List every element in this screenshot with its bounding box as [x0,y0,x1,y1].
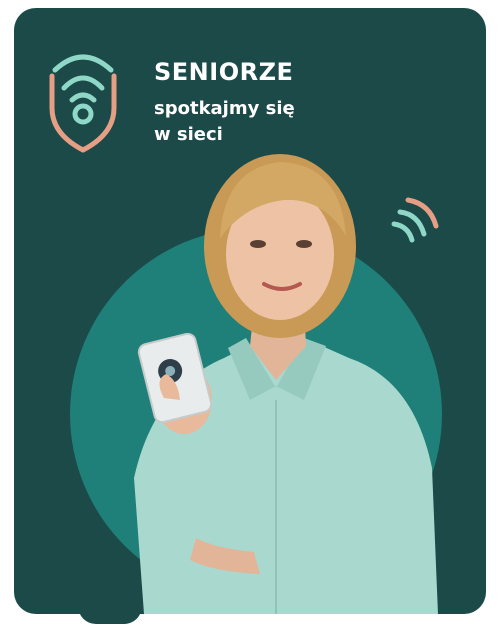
poster-card: SENIORZE spotkajmy się w sieci [14,8,486,614]
senior-woman-illustration [134,154,438,614]
poster-stage: SENIORZE spotkajmy się w sieci [0,0,498,630]
card-bottom-tab [78,598,142,624]
